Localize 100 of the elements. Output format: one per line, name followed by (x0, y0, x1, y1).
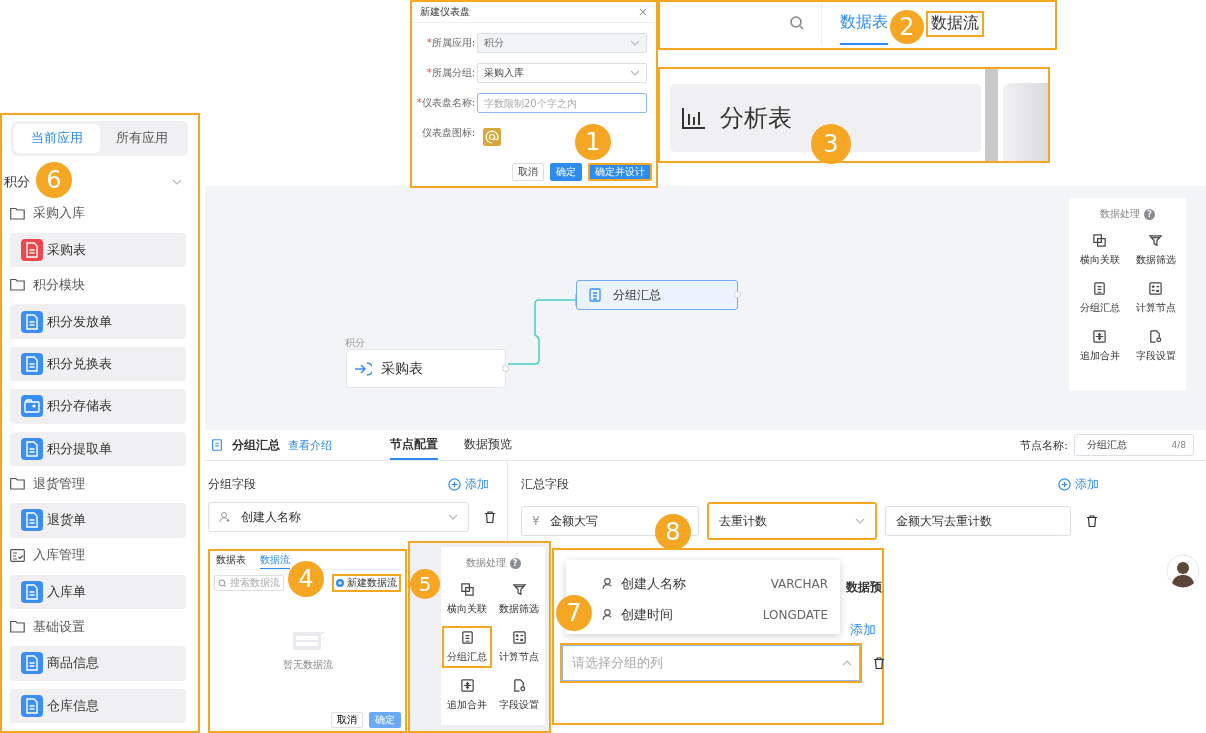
icon-picker[interactable] (483, 128, 501, 146)
group-label: 积分 (345, 336, 365, 350)
tool-item[interactable]: 字段设置 (1130, 325, 1181, 367)
clipboard-icon (587, 287, 603, 303)
app-name[interactable]: 积分 (4, 173, 30, 192)
tab[interactable]: 数据预 (846, 579, 882, 596)
trash-icon (1085, 514, 1099, 528)
port-handle[interactable] (502, 364, 509, 372)
list-item[interactable]: 积分提取单 (10, 431, 186, 466)
tool-item[interactable]: 字段设置 (494, 674, 544, 716)
list-item[interactable]: 退货单 (10, 503, 186, 538)
step-badge: 1 (575, 124, 611, 160)
scrollbar[interactable] (985, 69, 998, 161)
chevron-down-icon (630, 68, 640, 78)
field-label: 所属分组: (431, 67, 475, 78)
folder-icon (10, 620, 25, 634)
select-field[interactable]: 去重计数 (707, 502, 877, 540)
new-button[interactable]: 新建数据流 (332, 574, 401, 592)
dialog-button[interactable]: 取消 (331, 712, 363, 728)
tool-item[interactable]: 计算节点 (1130, 277, 1181, 319)
chevron-up-icon (842, 658, 852, 668)
list-item[interactable]: 积分存储表 (10, 389, 186, 424)
tab[interactable]: 所有应用 (99, 124, 185, 153)
chevron-down-icon (855, 516, 865, 526)
tool-item[interactable]: 分组汇总 (442, 626, 492, 668)
tab[interactable]: 数据流 (260, 551, 290, 569)
list-item[interactable]: 仓库信息 (10, 688, 186, 723)
tab[interactable]: 数据表 (840, 2, 888, 45)
empty-message: 暂无数据流 (282, 658, 333, 672)
port-handle[interactable] (734, 291, 741, 298)
dialog-button[interactable]: 取消 (512, 163, 544, 181)
panel-title: 数据处理 (1100, 207, 1140, 221)
tool-item[interactable]: 横向关联 (1074, 229, 1125, 271)
tab[interactable]: 节点配置 (390, 430, 438, 460)
checklist-icon (10, 548, 25, 562)
section-title: 分组字段 (208, 475, 256, 493)
trash-icon (872, 656, 886, 670)
add-link[interactable]: 添加 (448, 475, 489, 493)
clipboard-icon (210, 438, 224, 452)
overlap-squares-icon (1092, 233, 1107, 248)
tool-item[interactable]: 追加合并 (1074, 325, 1125, 367)
char-count: 4/8 (1171, 440, 1186, 450)
list-item[interactable]: 商品信息 (10, 646, 186, 681)
tab[interactable]: 数据表 (216, 551, 246, 569)
tool-item[interactable]: 追加合并 (442, 674, 492, 716)
list-item[interactable]: 积分兑换表 (10, 346, 186, 382)
tab[interactable]: 数据流 (926, 10, 984, 37)
required-mark: * (426, 37, 432, 48)
folder-item[interactable]: 基础设置 (10, 617, 188, 637)
list-item[interactable]: 入库单 (10, 574, 186, 610)
intro-link[interactable]: 查看介绍 (288, 437, 332, 453)
overlap-squares-icon (459, 582, 475, 597)
folder-item[interactable]: 入库管理 (10, 545, 188, 565)
tool-item[interactable]: 横向关联 (442, 578, 492, 620)
tool-item[interactable]: 数据筛选 (494, 578, 544, 620)
clipboard-icon (1092, 281, 1107, 296)
select-field[interactable]: 采购入库 (477, 63, 647, 83)
document-gear-icon (511, 678, 527, 693)
input-field[interactable]: 字数限制20个字之内 (477, 93, 647, 113)
section-title: 汇总字段 (521, 475, 569, 493)
list-item[interactable]: 采购表 (10, 232, 186, 268)
step-badge: 6 (36, 162, 72, 198)
tool-item[interactable]: 分组汇总 (1074, 277, 1125, 319)
required-mark: * (426, 67, 432, 78)
chevron-down-icon (630, 38, 640, 48)
step-badge: 3 (811, 124, 851, 164)
funnel-icon (1148, 233, 1163, 248)
folder-item[interactable]: 采购入库 (10, 203, 188, 223)
flow-node[interactable]: 采购表 (346, 349, 506, 388)
tool-item[interactable]: 计算节点 (494, 626, 544, 668)
menu-item[interactable]: 创建人名称 VARCHAR (596, 568, 840, 599)
name-field[interactable]: 分组汇总 4/8 (1074, 434, 1194, 456)
search-icon (218, 578, 227, 588)
select-field[interactable]: 创建人名称 (208, 502, 469, 532)
tool-item[interactable]: 数据筛选 (1130, 229, 1181, 271)
tab[interactable]: 数据预览 (464, 430, 512, 460)
flow-node[interactable]: 分组汇总 (576, 280, 738, 310)
trash-icon (483, 510, 497, 524)
panel-title: 数据处理 (465, 556, 506, 570)
select-field: 积分 (477, 33, 647, 53)
menu-item[interactable]: 创建时间 LONGDATE (596, 599, 840, 630)
folder-item[interactable]: 积分模块 (10, 275, 188, 295)
panel-title: 分组汇总 (232, 436, 280, 454)
folder-icon (10, 477, 25, 491)
currency-icon: ¥ (532, 514, 540, 528)
person-icon (219, 511, 231, 523)
calculator-icon (511, 630, 527, 645)
folder-item[interactable]: 退货管理 (10, 474, 188, 494)
step-badge: 2 (890, 10, 924, 44)
field-label: 仪表盘图标: (421, 127, 475, 138)
list-item[interactable]: 积分发放单 (10, 304, 186, 339)
chevron-down-icon (448, 512, 458, 522)
add-link[interactable]: 添加 (1058, 475, 1099, 493)
tab[interactable]: 当前应用 (14, 124, 100, 153)
calculator-icon (1148, 281, 1163, 296)
at-sign-icon (485, 130, 499, 144)
plus-circle-icon (448, 477, 461, 491)
input-field[interactable]: 金额大写去重计数 (885, 506, 1071, 536)
add-link[interactable]: 添加 (850, 621, 876, 639)
merge-icon (459, 678, 475, 693)
